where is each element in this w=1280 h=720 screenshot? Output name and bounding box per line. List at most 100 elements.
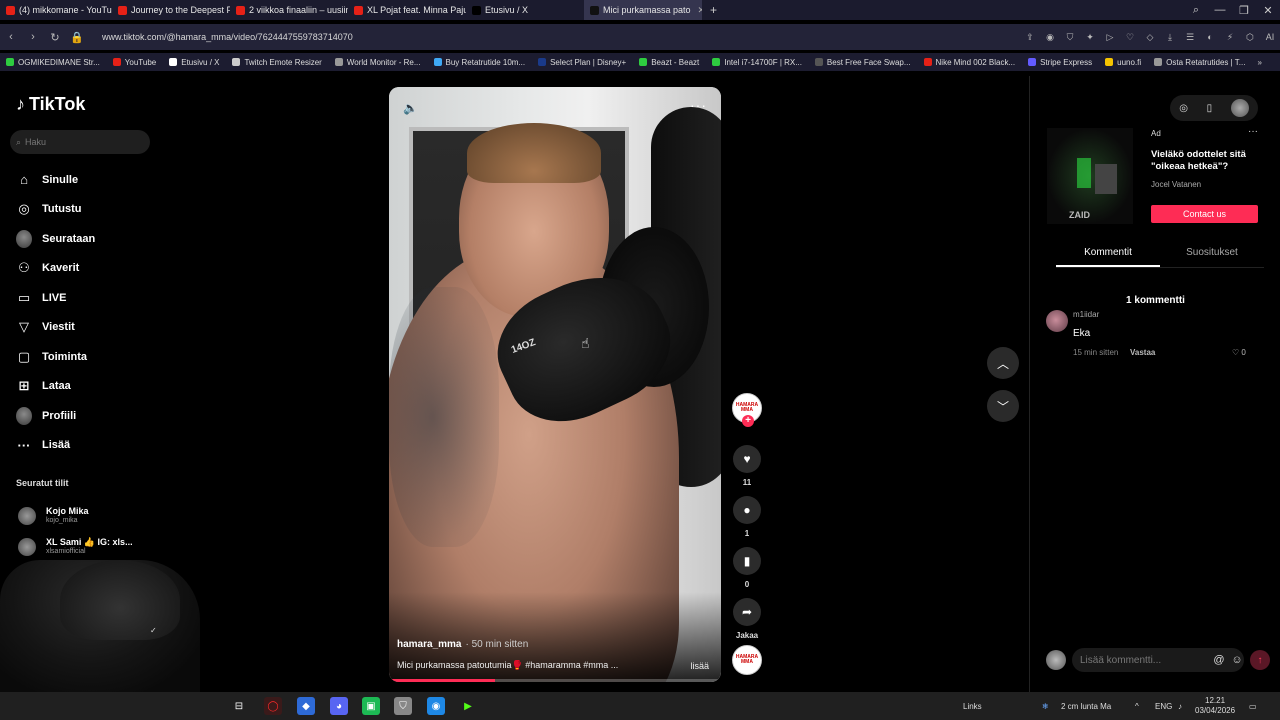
comment-reply-button[interactable]: Vastaa <box>1130 348 1155 357</box>
sidebar-item-sinulle[interactable]: ⌂ Sinulle <box>16 165 95 195</box>
comment-user[interactable]: m1iidar <box>1073 310 1099 319</box>
comment-button[interactable]: ● <box>733 496 761 524</box>
browser-tab[interactable]: 2 viikkoa finaaliin – uusiin <box>230 0 348 20</box>
volume-icon[interactable]: 🔈 <box>403 101 418 115</box>
bookmark-item[interactable]: Select Plan | Disney+ <box>538 58 626 67</box>
follow-plus-icon[interactable]: + <box>742 415 754 427</box>
app-stack-icon[interactable]: ◆ <box>297 697 315 715</box>
creator-avatar[interactable]: HAMARA MMA + <box>732 393 762 427</box>
mention-icon[interactable]: @ <box>1212 654 1226 666</box>
comment-like-button[interactable]: ♡ 0 <box>1232 348 1246 357</box>
save-button[interactable]: ▮ <box>733 547 761 575</box>
share-page-icon[interactable]: ⇪ <box>1020 32 1040 43</box>
bookmarks-overflow-icon[interactable]: » <box>1258 58 1262 67</box>
weather-text[interactable]: 2 cm lunta Ma <box>1061 702 1111 711</box>
browser-tab[interactable]: (4) mikkomane - YouTube <box>0 0 112 20</box>
bookmark-item[interactable]: Twitch Emote Resizer <box>232 58 322 67</box>
opera-gx-icon[interactable]: ◯ <box>264 697 282 715</box>
camera-icon[interactable]: ◉ <box>1040 32 1060 43</box>
video-progress-bar[interactable] <box>389 679 721 682</box>
ad-thumbnail[interactable]: ZAID <box>1047 128 1133 224</box>
browser-tab[interactable]: XL Pojat feat. Minna Pajul <box>348 0 466 20</box>
browser-tab[interactable]: Mici purkamassa pato ✕ <box>584 0 702 20</box>
kick-icon[interactable]: ▶ <box>459 697 477 715</box>
bookmark-item[interactable]: World Monitor - Re... <box>334 58 421 67</box>
video-author[interactable]: hamara_mma <box>397 639 461 650</box>
cube-icon[interactable]: ◇ <box>1140 32 1160 43</box>
shield-app-icon[interactable]: ⛉ <box>394 697 412 715</box>
sidebar-item-lisää[interactable]: ··· Lisää <box>16 431 95 461</box>
caption-more-link[interactable]: lisää <box>690 661 709 671</box>
search-input[interactable]: ⌕ Haku <box>10 130 150 154</box>
bookmark-item[interactable]: Osta Retatrutides | T... <box>1154 58 1245 67</box>
volume-tray-icon[interactable]: ♪ <box>1178 702 1182 711</box>
sidebar-item-seurataan[interactable]: Seurataan <box>16 224 95 254</box>
bookmark-item[interactable]: YouTube <box>112 58 156 67</box>
account-icon[interactable]: ◐ <box>1200 32 1220 42</box>
menu-icon[interactable]: ☰ <box>1180 32 1200 43</box>
ad-title[interactable]: Vieläkö odottelet sitä "oikeaa hetkeä"? <box>1151 149 1267 173</box>
clock[interactable]: 12.21 03/04/2026 <box>1195 696 1235 716</box>
edge-icon[interactable]: ◉ <box>427 697 445 715</box>
shield-icon[interactable]: ⛉ <box>1060 32 1080 43</box>
tab-recommendations[interactable]: Suositukset <box>1160 242 1264 267</box>
emoji-icon[interactable]: ☺ <box>1230 654 1244 666</box>
search-tabs-icon[interactable]: ⌕ <box>1184 4 1208 17</box>
sidebar-item-viestit[interactable]: ▽ Viestit <box>16 313 95 343</box>
ad-more-icon[interactable]: ··· <box>1248 126 1258 137</box>
user-avatar[interactable] <box>1230 99 1249 117</box>
extension-icon[interactable]: ✦ <box>1080 32 1100 43</box>
bookmark-item[interactable]: Nike Mind 002 Black... <box>923 58 1015 67</box>
bookmark-item[interactable]: Etusivu / X <box>169 58 219 67</box>
phone-icon[interactable]: ▯ <box>1207 103 1213 114</box>
browser-tab[interactable]: Journey to the Deepest Pl <box>112 0 230 20</box>
next-video-button[interactable]: ﹀ <box>987 390 1019 422</box>
play-icon[interactable]: ▷ <box>1100 32 1120 43</box>
language-indicator[interactable]: ENG <box>1155 702 1172 711</box>
sidebar-item-kaverit[interactable]: ⚇ Kaverit <box>16 254 95 284</box>
share-button[interactable]: ➦ <box>733 598 761 626</box>
send-button[interactable]: ↑ <box>1250 650 1270 670</box>
commenter-avatar[interactable] <box>1046 310 1068 332</box>
more-options-icon[interactable]: ··· <box>690 97 707 113</box>
comment-input[interactable]: Lisää kommentti... @ ☺ <box>1072 648 1244 672</box>
green-app-icon[interactable]: ▣ <box>362 697 380 715</box>
minimize-icon[interactable]: — <box>1208 4 1232 16</box>
tiktok-logo[interactable]: ♪ TikTok <box>16 94 85 115</box>
notifications-icon[interactable]: ▭ <box>1249 702 1257 711</box>
download-icon[interactable]: ⤓ <box>1160 32 1180 43</box>
links-toolbar[interactable]: Links <box>963 702 982 711</box>
tool-icon[interactable]: ⚡ <box>1220 32 1240 43</box>
box-icon[interactable]: ⬡ <box>1240 32 1260 43</box>
tab-comments[interactable]: Kommentit <box>1056 242 1160 267</box>
reload-icon[interactable]: ↻ <box>44 31 66 44</box>
following-item[interactable]: Kojo Mika kojo_mika <box>18 500 133 531</box>
like-button[interactable]: ♥ <box>733 445 761 473</box>
sidebar-item-lataa[interactable]: ⊞ Lataa <box>16 372 95 402</box>
task-view-icon[interactable]: ⊟ <box>230 697 248 715</box>
sound-avatar[interactable]: HAMARA MMA <box>732 645 762 675</box>
coin-icon[interactable]: ◎ <box>1179 103 1188 114</box>
heart-icon[interactable]: ♡ <box>1120 32 1140 43</box>
video-player[interactable]: 14OZ 🔈 ··· ☝ hamara_mma · 50 min sitten … <box>389 87 721 682</box>
close-window-icon[interactable]: ✕ <box>1256 4 1280 17</box>
restore-icon[interactable]: ❐ <box>1232 4 1256 17</box>
back-icon[interactable]: ‹ <box>0 31 22 43</box>
discord-icon[interactable]: ◕ <box>330 697 348 715</box>
bookmark-item[interactable]: uuno.fi <box>1105 58 1141 67</box>
bookmark-item[interactable]: Intel i7-14700F | RX... <box>712 58 802 67</box>
ad-contact-button[interactable]: Contact us <box>1151 205 1258 223</box>
bookmark-item[interactable]: Best Free Face Swap... <box>814 58 911 67</box>
bookmark-item[interactable]: Beazt - Beazt <box>639 58 699 67</box>
previous-video-button[interactable]: ︿ <box>987 347 1019 379</box>
sidebar-item-live[interactable]: ▭ LIVE <box>16 283 95 313</box>
tray-chevron-icon[interactable]: ^ <box>1135 702 1139 711</box>
following-item[interactable]: XL Sami 👍 IG: xls... xlsamiofficial <box>18 531 133 562</box>
new-tab-button[interactable]: + <box>702 3 725 17</box>
sidebar-item-tutustu[interactable]: ◎ Tutustu <box>16 195 95 225</box>
bookmark-item[interactable]: Stripe Express <box>1028 58 1092 67</box>
sidebar-item-profiili[interactable]: Profiili <box>16 401 95 431</box>
ai-icon[interactable]: AI <box>1260 32 1280 42</box>
forward-icon[interactable]: › <box>22 31 44 43</box>
sidebar-item-toiminta[interactable]: ▢ Toiminta <box>16 342 95 372</box>
